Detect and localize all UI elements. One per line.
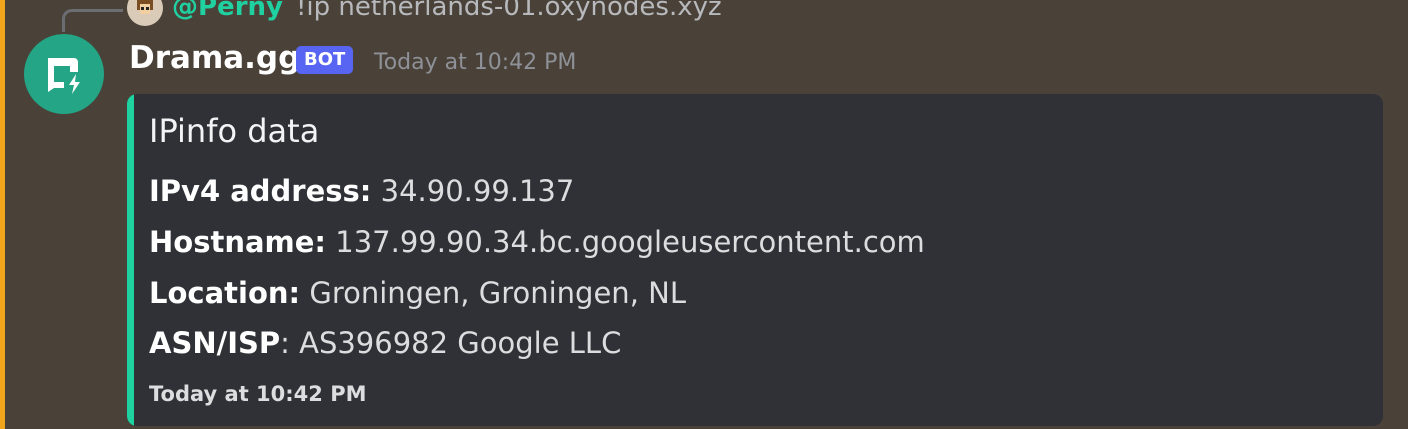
embed-footer-timestamp: Today at 10:42 PM	[149, 382, 367, 406]
reply-preview-text[interactable]: !ip netherlands-01.oxynodes.xyz	[296, 0, 722, 22]
embed-field-location: Location: Groningen, Groningen, NL	[149, 276, 686, 310]
field-value: : AS396982 Google LLC	[280, 326, 622, 360]
chat-bolt-icon	[48, 58, 80, 94]
reply-connector-line	[62, 9, 123, 32]
message-timestamp[interactable]: Today at 10:42 PM	[374, 50, 576, 75]
field-label: Location:	[149, 276, 301, 310]
mention-highlight-bar	[0, 0, 5, 429]
field-value: 34.90.99.137	[371, 174, 575, 208]
field-value: 137.99.90.34.bc.googleusercontent.com	[326, 225, 925, 259]
bot-avatar[interactable]	[24, 34, 104, 114]
embed-field-asn: ASN/ISP: AS396982 Google LLC	[149, 326, 621, 360]
reply-author-avatar[interactable]	[127, 0, 163, 26]
field-label: Hostname:	[149, 225, 327, 259]
embed-field-hostname: Hostname: 137.99.90.34.bc.googleusercont…	[149, 225, 925, 259]
embed-title: IPinfo data	[149, 112, 320, 150]
embed-field-ipv4: IPv4 address: 34.90.99.137	[149, 174, 574, 208]
embed-accent-bar	[127, 94, 134, 426]
message-author[interactable]: Drama.gg	[129, 40, 300, 76]
field-label: IPv4 address:	[149, 174, 372, 208]
field-label: ASN/ISP	[149, 326, 281, 360]
embed-card: IPinfo data IPv4 address: 34.90.99.137 H…	[127, 94, 1383, 426]
bot-badge: BOT	[296, 46, 354, 74]
field-value: Groningen, Groningen, NL	[300, 276, 686, 310]
reply-mention[interactable]: @Perny	[172, 0, 283, 22]
